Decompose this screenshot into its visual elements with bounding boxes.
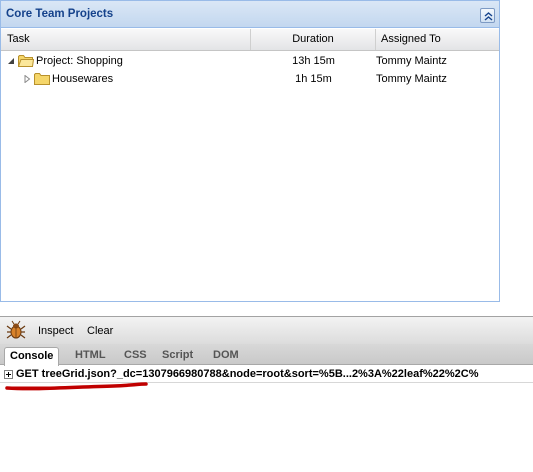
double-chevron-up-icon	[484, 12, 493, 21]
task-name: Housewares	[52, 73, 114, 85]
firebug-toolbar: Inspect Clear	[0, 317, 533, 344]
grid-column-headers: Task Duration Assigned To	[1, 29, 499, 51]
duration-cell: 13h 15m	[292, 55, 335, 67]
firebug-logo-icon[interactable]	[6, 320, 26, 340]
firebug-panel: Inspect Clear Console HTML CSS Script DO…	[0, 316, 533, 472]
firebug-tab-bar: Console HTML CSS Script DOM	[0, 344, 533, 366]
assigned-to-cell: Tommy Maintz	[376, 55, 447, 67]
column-header-duration[interactable]: Duration	[251, 29, 376, 50]
tree-grid-panel: Core Team Projects Task Duration Assigne…	[0, 0, 500, 302]
tab-dom[interactable]: DOM	[213, 347, 239, 365]
column-header-task[interactable]: Task	[1, 29, 251, 50]
collapse-panel-button[interactable]	[480, 8, 495, 23]
tree-row[interactable]: Housewares 1h 15m Tommy Maintz	[1, 70, 499, 88]
tab-html[interactable]: HTML	[75, 347, 106, 365]
expanded-triangle-icon[interactable]	[7, 57, 15, 65]
request-url-text[interactable]: GET treeGrid.json?_dc=1307966980788&node…	[16, 368, 479, 380]
grid-body: Project: Shopping 13h 15m Tommy Maintz H…	[1, 52, 499, 301]
folder-icon	[34, 73, 50, 85]
column-header-assigned-to[interactable]: Assigned To	[376, 29, 499, 50]
panel-header: Core Team Projects	[1, 1, 499, 28]
inspect-button[interactable]: Inspect	[38, 325, 73, 337]
duration-cell: 1h 15m	[295, 73, 332, 85]
tree-row[interactable]: Project: Shopping 13h 15m Tommy Maintz	[1, 52, 499, 70]
tab-css[interactable]: CSS	[124, 347, 147, 365]
clear-button[interactable]: Clear	[87, 325, 113, 337]
expand-plus-icon[interactable]	[4, 370, 13, 379]
open-folder-icon	[18, 55, 34, 67]
assigned-to-cell: Tommy Maintz	[376, 73, 447, 85]
tab-script[interactable]: Script	[162, 347, 193, 365]
tab-console[interactable]: Console	[4, 347, 60, 366]
red-underline-annotation	[5, 382, 148, 391]
panel-title: Core Team Projects	[6, 8, 114, 20]
task-name: Project: Shopping	[36, 55, 123, 67]
collapsed-triangle-icon[interactable]	[23, 75, 31, 83]
